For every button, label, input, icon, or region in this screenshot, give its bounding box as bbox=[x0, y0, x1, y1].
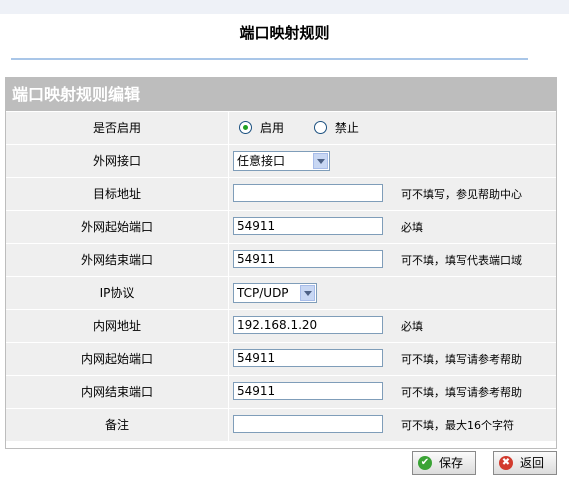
lan-start-port-hint: 可不填，填写请参考帮助 bbox=[401, 353, 522, 366]
lan-start-port-input[interactable] bbox=[233, 349, 383, 367]
enable-label: 是否启用 bbox=[6, 112, 229, 144]
chevron-down-icon[interactable] bbox=[313, 153, 328, 169]
back-button[interactable]: ✖ 返回 bbox=[493, 451, 557, 475]
target-address-input[interactable] bbox=[233, 184, 383, 202]
enable-off-label[interactable]: 禁止 bbox=[335, 121, 359, 135]
remark-input[interactable] bbox=[233, 415, 383, 433]
protocol-value: TCP/UDP bbox=[237, 286, 289, 300]
wan-start-port-input[interactable] bbox=[233, 217, 383, 235]
enable-on-label[interactable]: 启用 bbox=[260, 121, 284, 135]
wan-end-port-label: 外网结束端口 bbox=[6, 244, 229, 276]
lan-end-port-hint: 可不填，填写请参考帮助 bbox=[401, 386, 522, 399]
wan-start-port-hint: 必填 bbox=[401, 221, 423, 234]
chevron-down-icon[interactable] bbox=[300, 285, 315, 301]
wan-interface-label: 外网接口 bbox=[6, 145, 229, 177]
lan-address-label: 内网地址 bbox=[6, 310, 229, 342]
target-address-hint: 可不填写，参见帮助中心 bbox=[401, 188, 522, 201]
save-button[interactable]: ✔ 保存 bbox=[412, 451, 476, 475]
wan-end-port-input[interactable] bbox=[233, 250, 383, 268]
remark-label: 备注 bbox=[6, 409, 229, 441]
wan-start-port-label: 外网起始端口 bbox=[6, 211, 229, 243]
enable-radio-group: 启用 禁止 bbox=[239, 112, 385, 144]
row-protocol: IP协议 TCP/UDP bbox=[6, 276, 556, 309]
save-button-label: 保存 bbox=[439, 456, 464, 470]
form-header: 端口映射规则编辑 bbox=[6, 78, 556, 111]
row-lan-address: 内网地址 必填 bbox=[6, 309, 556, 342]
lan-address-hint: 必填 bbox=[401, 320, 423, 333]
row-remark: 备注 可不填，最大16个字符 bbox=[6, 408, 556, 441]
row-wan-start-port: 外网起始端口 必填 bbox=[6, 210, 556, 243]
row-wan-end-port: 外网结束端口 可不填，填写代表端口域 bbox=[6, 243, 556, 276]
lan-end-port-label: 内网结束端口 bbox=[6, 376, 229, 408]
remark-hint: 可不填，最大16个字符 bbox=[401, 419, 514, 432]
protocol-select[interactable]: TCP/UDP bbox=[233, 283, 317, 303]
lan-address-input[interactable] bbox=[233, 316, 383, 334]
wan-interface-value: 任意接口 bbox=[237, 154, 286, 168]
wan-interface-select[interactable]: 任意接口 bbox=[233, 151, 330, 171]
target-address-label: 目标地址 bbox=[6, 178, 229, 210]
row-enable: 是否启用 启用 禁止 bbox=[6, 111, 556, 144]
row-lan-end-port: 内网结束端口 可不填，填写请参考帮助 bbox=[6, 375, 556, 408]
row-lan-start-port: 内网起始端口 可不填，填写请参考帮助 bbox=[6, 342, 556, 375]
check-icon: ✔ bbox=[418, 456, 432, 470]
enable-on-radio[interactable] bbox=[239, 121, 252, 134]
lan-start-port-label: 内网起始端口 bbox=[6, 343, 229, 375]
top-strip bbox=[0, 0, 569, 14]
row-wan-interface: 外网接口 任意接口 bbox=[6, 144, 556, 177]
lan-end-port-input[interactable] bbox=[233, 382, 383, 400]
page-title: 端口映射规则 bbox=[239, 24, 330, 42]
cross-icon: ✖ bbox=[499, 456, 513, 470]
row-target-address: 目标地址 可不填写，参见帮助中心 bbox=[6, 177, 556, 210]
title-divider bbox=[11, 58, 528, 60]
back-button-label: 返回 bbox=[520, 456, 545, 470]
port-mapping-form: 端口映射规则编辑 是否启用 启用 禁止 外网接口 任意接口 目标地址 可不填写，… bbox=[5, 77, 557, 449]
protocol-label: IP协议 bbox=[6, 277, 229, 309]
enable-off-radio[interactable] bbox=[313, 121, 327, 134]
wan-end-port-hint: 可不填，填写代表端口域 bbox=[401, 254, 522, 267]
